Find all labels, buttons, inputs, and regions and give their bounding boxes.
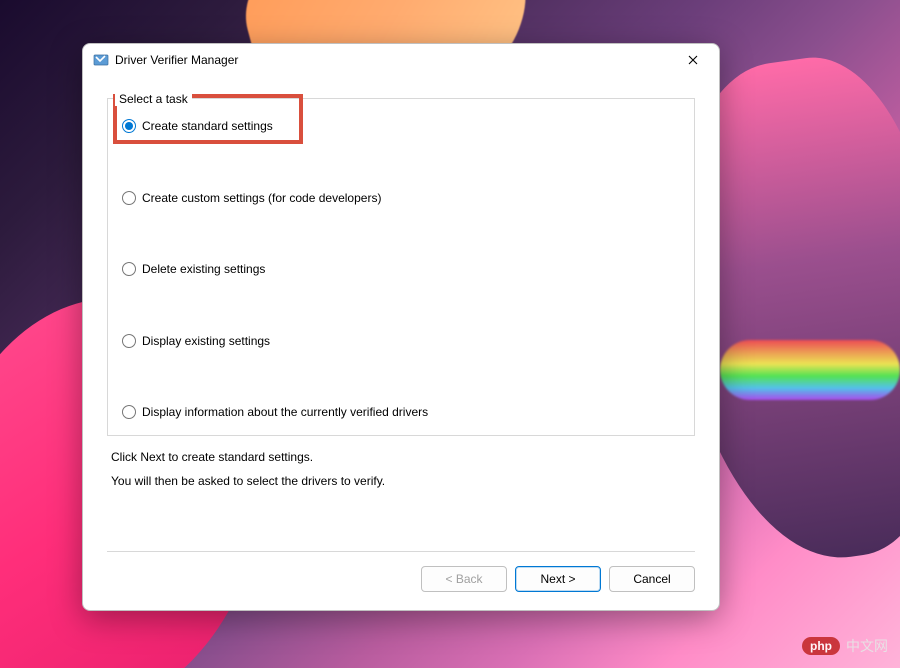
dialog-footer: < Back Next > Cancel [83, 552, 719, 610]
radio-display-info[interactable]: Display information about the currently … [122, 403, 680, 421]
radio-label: Create custom settings (for code develop… [142, 191, 381, 205]
driver-verifier-dialog: Driver Verifier Manager Select a task Cr… [82, 43, 720, 611]
radio-create-custom[interactable]: Create custom settings (for code develop… [122, 189, 680, 207]
radio-label: Display information about the currently … [142, 405, 428, 419]
instruction-line: Click Next to create standard settings. [111, 450, 695, 464]
task-options-group: Create standard settings Create custom s… [107, 98, 695, 436]
task-legend: Select a task [115, 92, 192, 106]
radio-indicator [122, 262, 136, 276]
radio-label: Display existing settings [142, 334, 270, 348]
back-button[interactable]: < Back [421, 566, 507, 592]
instructions-block: Click Next to create standard settings. … [107, 450, 695, 488]
next-button[interactable]: Next > [515, 566, 601, 592]
app-icon [93, 52, 109, 68]
radio-delete-existing[interactable]: Delete existing settings [122, 260, 680, 278]
radio-indicator [122, 405, 136, 419]
instruction-line: You will then be asked to select the dri… [111, 474, 695, 488]
watermark: php 中文网 [802, 636, 888, 656]
watermark-badge: php [802, 637, 840, 655]
radio-indicator [122, 334, 136, 348]
titlebar[interactable]: Driver Verifier Manager [83, 44, 719, 76]
close-icon [688, 55, 698, 65]
radio-create-standard[interactable]: Create standard settings [122, 117, 680, 135]
bg-rainbow [720, 340, 900, 400]
radio-indicator [122, 191, 136, 205]
radio-indicator [122, 119, 136, 133]
dialog-content: Select a task Create standard settings C… [83, 76, 719, 525]
radio-display-existing[interactable]: Display existing settings [122, 332, 680, 350]
watermark-text: 中文网 [846, 636, 888, 656]
radio-label: Create standard settings [142, 119, 273, 133]
window-title: Driver Verifier Manager [115, 53, 673, 67]
close-button[interactable] [673, 46, 713, 74]
radio-label: Delete existing settings [142, 262, 265, 276]
cancel-button[interactable]: Cancel [609, 566, 695, 592]
